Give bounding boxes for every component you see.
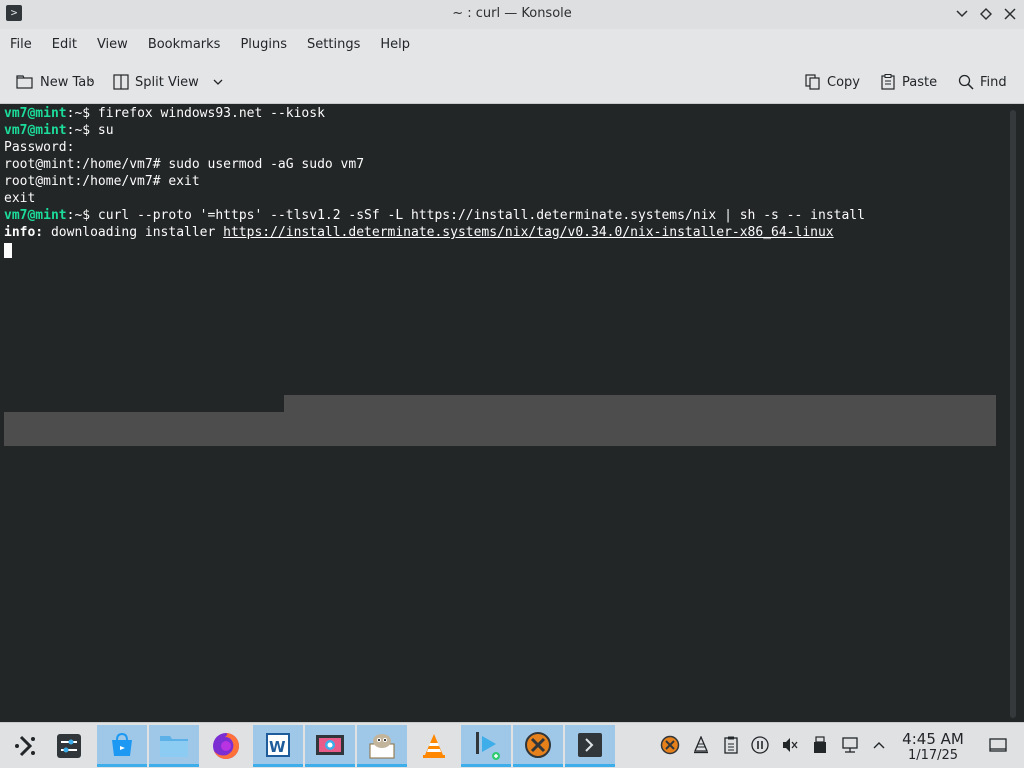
svg-text:W: W [269, 738, 286, 756]
paste-icon [881, 74, 895, 90]
terminal-line: vm7@mint:~$ su [4, 122, 1005, 139]
search-icon [958, 74, 974, 90]
new-tab-button[interactable]: New Tab [16, 70, 95, 94]
chevron-down-icon[interactable] [213, 79, 223, 85]
chevron-up-icon[interactable] [869, 735, 889, 755]
menu-view[interactable]: View [87, 29, 138, 60]
new-tab-label: New Tab [40, 74, 95, 90]
window-title: ~ : curl — Konsole [452, 6, 572, 21]
firefox-icon[interactable] [201, 725, 251, 767]
scrollbar[interactable] [1010, 110, 1016, 718]
minimize-icon[interactable] [952, 4, 972, 24]
vlc-icon[interactable] [409, 725, 459, 767]
command-text: firefox windows93.net --kiosk [90, 106, 325, 121]
find-label: Find [980, 74, 1007, 90]
menu-bookmarks[interactable]: Bookmarks [138, 29, 231, 60]
show-desktop-icon[interactable] [988, 735, 1008, 755]
info-label: info: [4, 225, 44, 240]
screenshot-tool-icon[interactable] [305, 725, 355, 767]
maximize-icon[interactable] [976, 4, 996, 24]
terminal-line: exit [4, 191, 36, 206]
clock-date: 1/17/25 [907, 748, 959, 763]
menu-bar: File Edit View Bookmarks Plugins Setting… [0, 29, 1024, 60]
split-view-icon [113, 74, 129, 90]
selection-highlight [284, 395, 996, 412]
terminal-line: root@mint:/home/vm7# sudo usermod -aG su… [4, 157, 365, 172]
split-view-button[interactable]: Split View [113, 70, 223, 94]
menu-edit[interactable]: Edit [42, 29, 87, 60]
menu-file[interactable]: File [0, 29, 42, 60]
prompt-user: vm7@mint [4, 106, 67, 121]
terminal-line: Password: [4, 140, 75, 155]
gimp-icon[interactable] [357, 725, 407, 767]
new-tab-icon [16, 75, 33, 89]
clock-time: 4:45 AM [902, 730, 964, 748]
network-wired-icon[interactable] [840, 735, 860, 755]
clipboard-icon[interactable] [721, 735, 741, 755]
terminal-line: root@mint:/home/vm7# exit [4, 174, 200, 189]
app-launcher-icon[interactable] [0, 725, 50, 767]
terminal-line [4, 241, 1005, 258]
menu-help[interactable]: Help [370, 29, 420, 60]
terminal-line: vm7@mint:~$ curl --proto '=https' --tlsv… [4, 207, 1005, 224]
installer-link[interactable]: https://install.determinate.systems/nix/… [223, 225, 833, 240]
selection-highlight [4, 412, 996, 446]
prompt-path: :~$ [66, 123, 91, 138]
copy-label: Copy [827, 74, 860, 90]
media-pause-icon[interactable] [750, 735, 770, 755]
text-cursor [4, 242, 12, 258]
split-view-label: Split View [135, 74, 199, 90]
terminal-line: info: downloading installer https://inst… [4, 224, 1005, 241]
taskbar: W 4:45 AM 1/17/25 [0, 722, 1024, 768]
find-button[interactable]: Find [958, 70, 1007, 94]
paste-label: Paste [902, 74, 938, 90]
paste-button[interactable]: Paste [880, 70, 937, 94]
volume-muted-icon[interactable] [780, 735, 800, 755]
copy-icon [805, 74, 820, 90]
system-settings-icon[interactable] [44, 725, 94, 767]
terminal-line: vm7@mint:~$ firefox windows93.net --kios… [4, 105, 1005, 122]
close-app-icon[interactable] [513, 725, 563, 767]
prompt-user: vm7@mint [4, 208, 67, 223]
menu-settings[interactable]: Settings [297, 29, 370, 60]
discover-store-icon[interactable] [97, 725, 147, 767]
command-text: su [90, 123, 114, 138]
update-notifier-icon[interactable] [660, 735, 680, 755]
prompt-path: :~$ [66, 106, 91, 121]
new-tab-dropdown-icon[interactable]: ⌄ [88, 75, 95, 84]
libreoffice-writer-icon[interactable]: W [253, 725, 303, 767]
prompt-user: vm7@mint [4, 123, 67, 138]
command-text: curl --proto '=https' --tlsv1.2 -sSf -L … [90, 208, 865, 223]
file-manager-icon[interactable] [149, 725, 199, 767]
kdenlive-icon[interactable] [461, 725, 511, 767]
info-text: downloading installer [43, 225, 224, 240]
konsole-icon[interactable] [565, 725, 615, 767]
usb-device-icon[interactable] [810, 735, 830, 755]
vlc-tray-icon[interactable] [691, 735, 711, 755]
prompt-path: :~$ [66, 208, 91, 223]
copy-button[interactable]: Copy [805, 70, 860, 94]
title-bar: > ~ : curl — Konsole [0, 0, 1024, 29]
clock[interactable]: 4:45 AM 1/17/25 [896, 730, 970, 764]
toolbar: New Tab ⌄ Split View Copy Paste Find [0, 60, 1024, 104]
close-icon[interactable] [1000, 4, 1020, 24]
menu-plugins[interactable]: Plugins [230, 29, 297, 60]
